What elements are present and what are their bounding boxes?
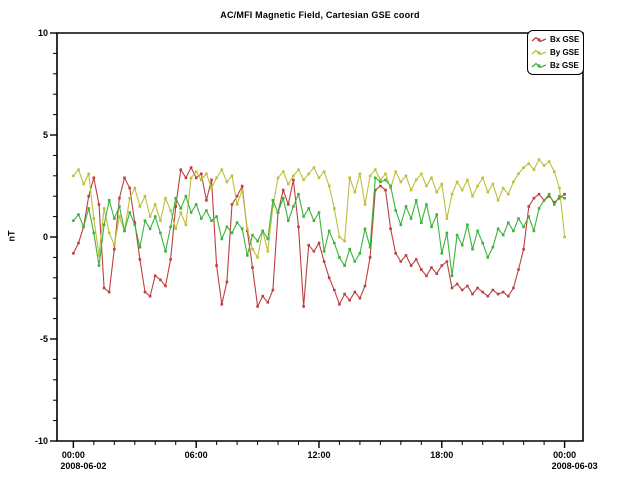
y-tick-label: 0 [43, 232, 48, 242]
x-axis-ticks: 00:002008-06-0206:0012:0018:0000:002008-… [60, 441, 597, 471]
y-tick-label: -5 [40, 334, 48, 344]
bx-line-sample-icon [531, 35, 547, 44]
x-tick-label: 00:00 [553, 450, 576, 460]
x-tick-label: 18:00 [430, 450, 453, 460]
series-bx-gse [72, 166, 566, 307]
x-date-label: 2008-06-02 [60, 461, 106, 471]
chart-figure: AC/MFI Magnetic Field, Cartesian GSE coo… [0, 0, 640, 480]
x-tick-label: 06:00 [185, 450, 208, 460]
x-date-label: 2008-06-03 [552, 461, 598, 471]
x-tick-label: 00:00 [62, 450, 85, 460]
legend-item-by: By GSE [531, 46, 579, 59]
y-tick-label: 5 [43, 130, 48, 140]
bz-line-sample-icon [531, 61, 547, 70]
series-bz-gse [72, 177, 566, 278]
axes [57, 33, 583, 441]
legend-item-bz: Bz GSE [531, 59, 579, 72]
y-tick-label: 10 [38, 28, 48, 38]
legend-label-bx: Bx GSE [550, 35, 579, 44]
legend-item-bx: Bx GSE [531, 33, 579, 46]
legend: Bx GSE By GSE Bz GSE [527, 30, 584, 75]
legend-label-bz: Bz GSE [550, 61, 579, 70]
y-axis-ticks: -10 -5 0 5 10 [35, 28, 57, 446]
series-markers [72, 177, 566, 278]
x-tick-label: 12:00 [307, 450, 330, 460]
series-markers [72, 166, 566, 307]
by-line-sample-icon [531, 48, 547, 57]
legend-label-by: By GSE [550, 48, 579, 57]
y-tick-label: -10 [35, 436, 48, 446]
